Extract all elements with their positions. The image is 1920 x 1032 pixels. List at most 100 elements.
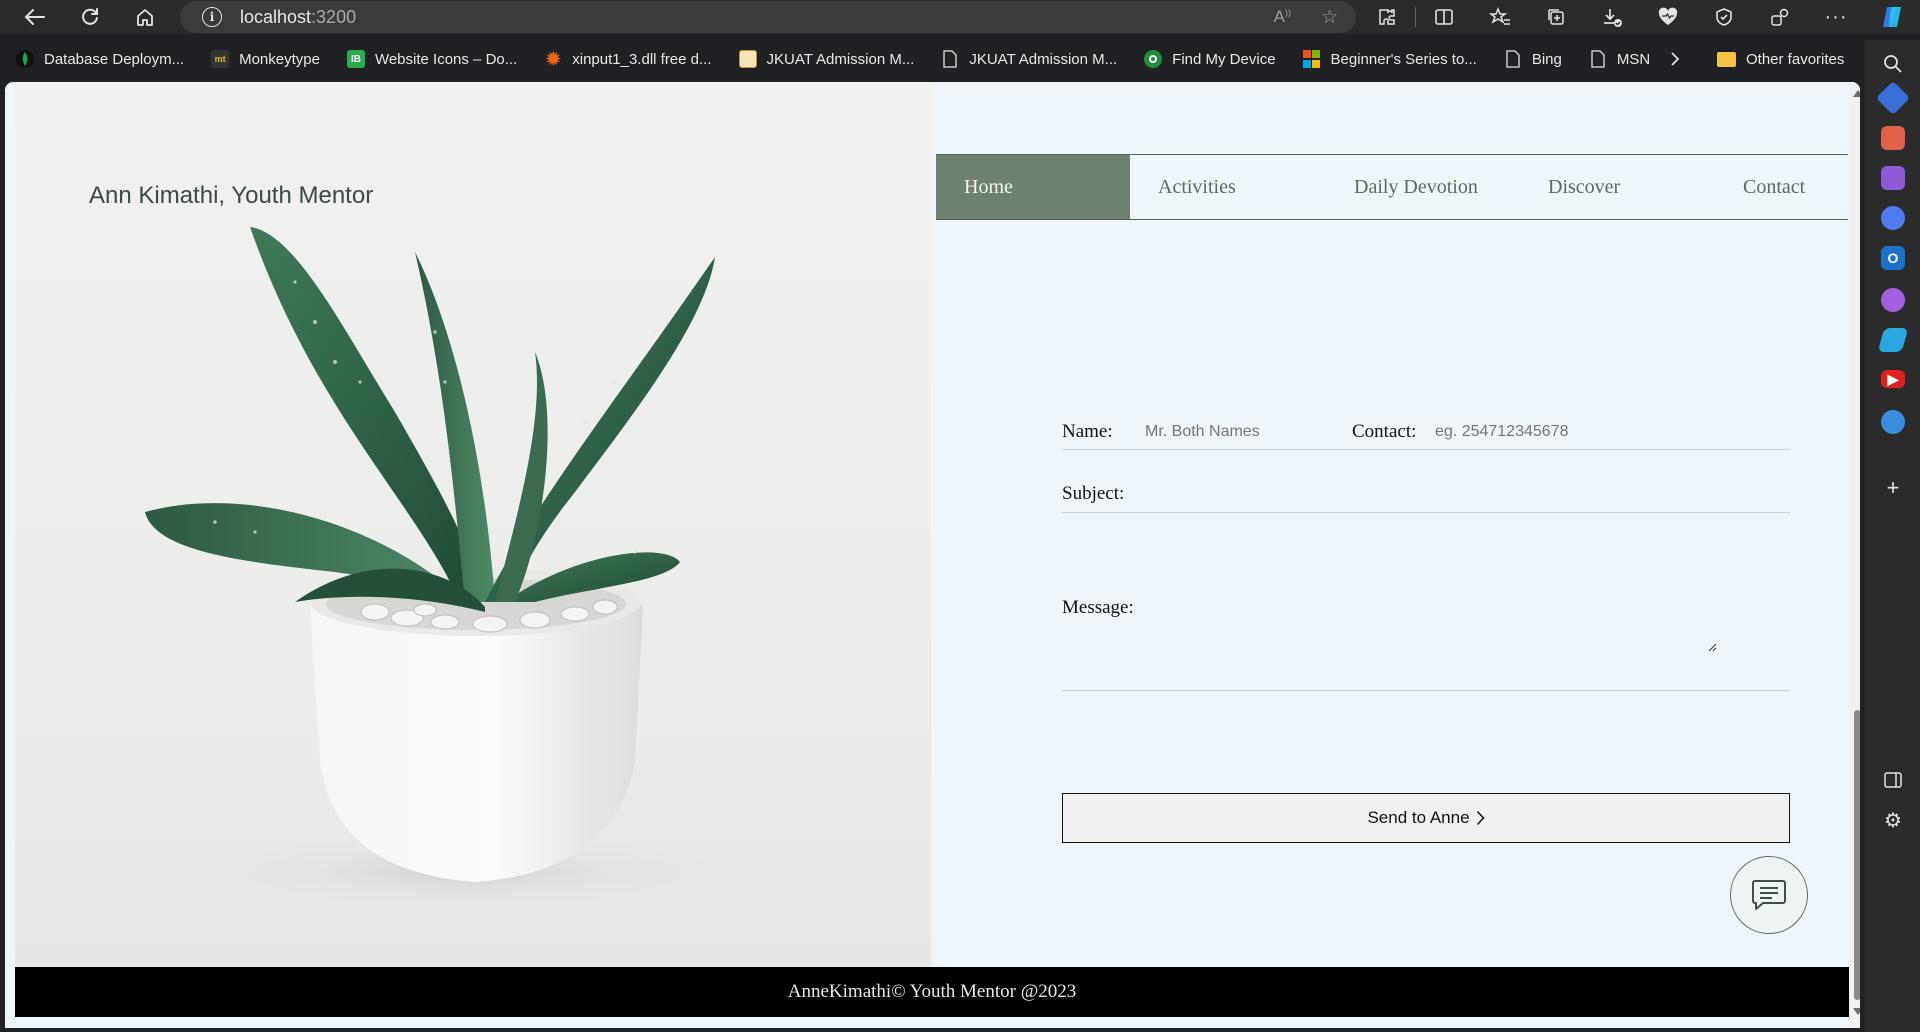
scrollbar-thumb[interactable] [1854, 710, 1860, 1000]
telegram-icon[interactable] [1877, 328, 1909, 352]
folder-icon [1717, 51, 1736, 67]
subject-input[interactable] [1145, 482, 1785, 506]
shopping-tag-icon[interactable] [1876, 81, 1910, 115]
page-icon [1504, 50, 1522, 68]
bookmark-item[interactable]: mt Monkeytype [195, 40, 331, 78]
page-icon [941, 50, 959, 68]
nav-daily-devotion[interactable]: Daily Devotion [1354, 155, 1478, 219]
bookmark-label: MSN [1616, 50, 1651, 68]
contact-input[interactable] [1435, 420, 1735, 444]
home-icon[interactable] [128, 2, 162, 32]
copilot-icon[interactable] [1864, 0, 1920, 34]
main-nav: Home Activities Daily Devotion Discover … [936, 154, 1848, 220]
message-textarea[interactable] [1150, 582, 1720, 656]
address-bar[interactable]: i localhost:3200 A)) ☆ [180, 1, 1356, 33]
mongodb-leaf-icon [16, 50, 34, 68]
chat-button[interactable] [1730, 856, 1808, 934]
toolbar-right-icons: ··· [1359, 0, 1920, 34]
page-icon [1589, 50, 1607, 68]
microsoft-logo-icon [1303, 50, 1321, 68]
profiles-icon[interactable] [1752, 0, 1808, 34]
bookmark-item[interactable]: Bing [1488, 40, 1573, 78]
extensions-icon[interactable] [1359, 0, 1415, 34]
other-favorites-folder[interactable]: Other favorites [1717, 40, 1844, 78]
site-info-icon[interactable]: i [202, 7, 222, 27]
resize-grip-icon[interactable] [1707, 642, 1717, 652]
browser-essentials-heart-icon[interactable] [1640, 0, 1696, 34]
bookmark-item[interactable]: Find My Device [1128, 40, 1286, 78]
add-icon[interactable]: + [1881, 475, 1905, 500]
name-row-underline [1062, 449, 1790, 450]
bookmark-label: Database Deploym... [44, 50, 185, 68]
bookmark-label: JKUAT Admission M... [969, 50, 1118, 68]
bookmark-item[interactable]: IB Website Icons – Do... [331, 40, 528, 78]
name-input[interactable] [1145, 420, 1325, 444]
bookmark-label: JKUAT Admission M... [766, 50, 915, 68]
subject-row-underline [1062, 512, 1790, 513]
message-label: Message: [1062, 597, 1134, 618]
footer-text: AnneKimathi© Youth Mentor @2023 [787, 981, 1077, 1002]
bookmark-label: Find My Device [1172, 50, 1276, 68]
security-shield-icon[interactable] [1696, 0, 1752, 34]
outlook-icon[interactable]: O [1881, 246, 1905, 270]
read-aloud-icon[interactable]: A)) [1274, 7, 1291, 27]
favorites-icon[interactable] [1472, 0, 1528, 34]
send-to-anne-button[interactable]: Send to Anne [1062, 793, 1790, 843]
url-host: localhost [240, 6, 312, 27]
bookmark-label: Bing [1531, 50, 1562, 68]
back-arrow-icon[interactable] [18, 2, 52, 32]
collections-icon[interactable] [1528, 0, 1584, 34]
chat-bubble-icon [1752, 880, 1786, 910]
scroll-down-arrow-icon[interactable] [1853, 1008, 1860, 1015]
bookmark-label: xinput1_3.dll free d... [572, 50, 712, 68]
bookmark-item[interactable]: JKUAT Admission M... [723, 40, 926, 78]
nav-discover[interactable]: Discover [1548, 155, 1620, 219]
bookmark-item[interactable]: ✹ xinput1_3.dll free d... [528, 40, 722, 78]
nav-label: Daily Devotion [1354, 175, 1478, 198]
nav-label: Activities [1158, 175, 1236, 198]
page-scrollbar[interactable] [1849, 82, 1860, 1028]
search-icon[interactable] [1881, 52, 1905, 76]
scroll-up-arrow-icon[interactable] [1853, 90, 1860, 97]
page-viewport: Ann Kimathi, Youth Mentor Home Activitie… [5, 82, 1860, 1028]
url-text[interactable]: localhost:3200 [240, 7, 356, 28]
settings-gear-icon[interactable]: ⚙ [1881, 808, 1905, 832]
contact-label: Contact: [1352, 421, 1417, 442]
youtube-icon[interactable]: ▶ [1881, 370, 1905, 388]
nav-contact[interactable]: Contact [1743, 155, 1805, 219]
sidebar-toggle-icon[interactable] [1881, 768, 1905, 792]
bookmark-item[interactable]: JKUAT Admission M... [925, 40, 1128, 78]
hero-plant-image: Ann Kimathi, Youth Mentor [15, 82, 931, 967]
designer-icon[interactable] [1881, 288, 1905, 312]
hub-icon[interactable] [1881, 410, 1905, 434]
url-port: :3200 [311, 6, 357, 27]
tools-briefcase-icon[interactable] [1881, 126, 1905, 150]
find-device-icon [1144, 50, 1163, 68]
gear-orange-icon: ✹ [545, 48, 561, 69]
bookmark-label: Monkeytype [239, 50, 320, 68]
message-row-underline [1062, 690, 1790, 691]
refresh-icon[interactable] [73, 2, 107, 32]
chevron-right-icon[interactable] [1670, 40, 1680, 78]
other-favorites-label: Other favorites [1746, 50, 1845, 68]
nav-label: Discover [1548, 175, 1621, 198]
edge-sidebar: O ▶ + ⚙ [1865, 40, 1920, 1032]
more-options-icon[interactable]: ··· [1808, 0, 1864, 34]
favorite-star-icon[interactable]: ☆ [1321, 6, 1338, 29]
copilot-sidebar-icon[interactable] [1881, 206, 1905, 230]
nav-home[interactable]: Home [936, 155, 1130, 219]
site-footer: AnneKimathi© Youth Mentor @2023 [15, 967, 1849, 1017]
address-bar-actions: A)) ☆ [1274, 1, 1338, 33]
split-screen-icon[interactable] [1416, 0, 1472, 34]
bookmark-label: Website Icons – Do... [374, 50, 518, 68]
downloads-icon[interactable] [1584, 0, 1640, 34]
nav-label: Contact [1743, 175, 1806, 198]
chevron-right-icon [1476, 810, 1485, 826]
bookmark-item[interactable]: Beginner's Series to... [1287, 40, 1488, 78]
bookmark-item[interactable]: Database Deploym... [0, 40, 195, 78]
bookmark-item[interactable]: MSN [1573, 40, 1661, 78]
nav-activities[interactable]: Activities [1158, 155, 1236, 219]
games-icon[interactable] [1881, 166, 1905, 190]
browser-toolbar: i localhost:3200 A)) ☆ ··· [0, 0, 1920, 34]
site-title[interactable]: Ann Kimathi, Youth Mentor [89, 182, 373, 210]
